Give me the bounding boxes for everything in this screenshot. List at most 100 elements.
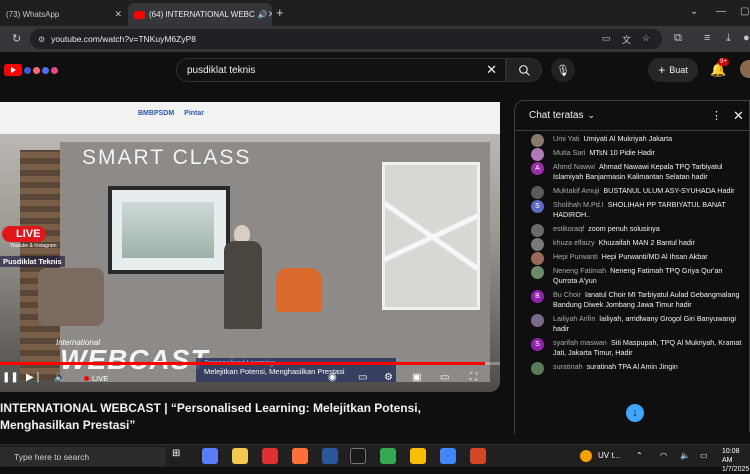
- word-icon[interactable]: [322, 448, 338, 464]
- tab-whatsapp[interactable]: (73) WhatsApp ✕: [0, 3, 128, 26]
- chat-author[interactable]: Ahmd Nawwi: [553, 162, 595, 171]
- live-indicator[interactable]: LIVE: [84, 374, 108, 383]
- avatar[interactable]: [740, 60, 750, 78]
- search-input[interactable]: pusdiklat teknis ✕: [176, 58, 506, 82]
- search-button[interactable]: [506, 58, 542, 82]
- weather-icon[interactable]: [580, 450, 592, 462]
- taskbar-search-input[interactable]: Type here to search: [0, 447, 166, 466]
- fullscreen-icon[interactable]: ⛶: [470, 372, 477, 383]
- maps-icon[interactable]: [380, 448, 396, 464]
- chat-author[interactable]: Mutia Sari: [553, 148, 585, 157]
- reload-icon[interactable]: ↻: [12, 32, 21, 45]
- chat-message[interactable]: Lailiyah Arifin lailiyah, arridlwany Grog…: [515, 312, 749, 336]
- tab-youtube[interactable]: (64) INTERNATIONAL WEBC 🔊 ✕: [128, 3, 272, 26]
- maximize-icon[interactable]: ▢: [740, 6, 749, 17]
- more-options-icon[interactable]: ⋮: [711, 109, 722, 122]
- extensions-icon[interactable]: ⧉: [674, 32, 682, 45]
- clock[interactable]: 10:08 AM 1/7/2025: [722, 447, 750, 474]
- profile-icon[interactable]: ●: [743, 32, 750, 44]
- avatar[interactable]: S: [531, 200, 544, 213]
- minimize-icon[interactable]: —: [716, 6, 726, 17]
- chat-author[interactable]: estikoraqf: [553, 224, 584, 233]
- chat-author[interactable]: Neneng Fatimah: [553, 266, 606, 275]
- next-icon[interactable]: ▶❘: [26, 372, 42, 383]
- firefox-icon[interactable]: [292, 448, 308, 464]
- bookmark-star-icon[interactable]: ☆: [642, 33, 650, 44]
- download-icon[interactable]: ⤓: [726, 32, 731, 45]
- chat-message[interactable]: khuza elfaizy Khuzaifah MAN 2 Bantul hadi…: [515, 236, 749, 251]
- chat-message[interactable]: estikoraqf zoom penuh solusinya: [515, 222, 749, 237]
- chevron-up-icon[interactable]: ⌃: [636, 451, 643, 460]
- chat-author[interactable]: khuza elfaizy: [553, 238, 595, 247]
- chat-author[interactable]: Hepi Purwanti: [553, 252, 598, 261]
- chat-author[interactable]: Sholihah M.Pd.I: [553, 200, 604, 209]
- chat-author[interactable]: syarifah maswan: [553, 338, 607, 347]
- decor-panel: [382, 162, 480, 310]
- chat-text: Khuzaifah MAN 2 Bantul hadir: [598, 238, 695, 247]
- chat-message[interactable]: suratinah suratinah TPA Al Amin Jingin: [515, 360, 749, 375]
- video-banner: BMBPSDM Pintar: [0, 102, 500, 134]
- site-info-icon[interactable]: ⚙: [38, 35, 45, 44]
- chat-mode-dropdown[interactable]: Chat teratas: [529, 110, 583, 121]
- chat-author[interactable]: Lailiyah Arifin: [553, 314, 595, 323]
- pause-icon[interactable]: ❚❚: [2, 372, 19, 383]
- recorder-icon[interactable]: [262, 448, 278, 464]
- chat-message[interactable]: Umi Yati Umiyati Al Mukriyah Jakarta: [515, 132, 749, 147]
- speaker-icon[interactable]: 🔊: [258, 10, 268, 19]
- create-button[interactable]: + Buat: [648, 58, 698, 82]
- settings-gear-icon[interactable]: ⚙: [384, 372, 393, 383]
- autoplay-icon[interactable]: ◉: [328, 372, 337, 383]
- avatar[interactable]: [531, 362, 544, 375]
- new-tab-icon[interactable]: +: [276, 5, 284, 20]
- translate-icon[interactable]: 文: [622, 33, 631, 46]
- scroll-down-button[interactable]: ↓: [626, 404, 644, 422]
- youtube-logo[interactable]: [4, 64, 58, 76]
- chat-author[interactable]: Bu Choir: [553, 290, 581, 299]
- chat-message[interactable]: B Bu Choir Ianatul Choir MI Tarbiyatul Aul…: [515, 288, 749, 312]
- network-icon[interactable]: ◠: [660, 451, 667, 460]
- battery-icon[interactable]: ▭: [700, 451, 708, 460]
- capcut-icon[interactable]: [350, 448, 366, 464]
- close-tab-icon[interactable]: ✕: [114, 9, 122, 20]
- live-sub: Youtube & Instagram: [10, 243, 57, 249]
- theater-mode-icon[interactable]: ▭: [440, 372, 449, 383]
- close-chat-icon[interactable]: ✕: [733, 108, 744, 124]
- avatar[interactable]: B: [531, 290, 544, 303]
- chevron-down-icon[interactable]: ⌄: [587, 110, 595, 121]
- chat-message[interactable]: Neneng Fatimah Neneng Fatimah TPQ Griya Q…: [515, 264, 749, 288]
- avatar[interactable]: A: [531, 162, 544, 175]
- omnibox[interactable]: ⚙ youtube.com/watch?v=TNKuyM6ZyP8 ▭ 文 ☆: [30, 29, 662, 49]
- chrome-icon[interactable]: [410, 448, 426, 464]
- chat-input-area[interactable]: [515, 432, 750, 444]
- chat-message[interactable]: Ssyarifah maswan Siti Maspupah, TPQ Al Mu…: [515, 336, 749, 360]
- cast-icon[interactable]: ▭: [602, 33, 611, 44]
- weather-text[interactable]: UV t...: [598, 451, 620, 460]
- avatar[interactable]: [531, 314, 544, 327]
- avatar[interactable]: S: [531, 338, 544, 351]
- notification-badge: 9+: [718, 58, 729, 66]
- miniplayer-icon[interactable]: ▣: [412, 372, 421, 383]
- clear-search-icon[interactable]: ✕: [486, 62, 497, 78]
- subtitles-icon[interactable]: ▭: [358, 372, 367, 383]
- volume-icon[interactable]: 🔈: [54, 372, 66, 383]
- tab-search-icon[interactable]: ⌄: [690, 6, 698, 17]
- chat-message[interactable]: A Ahmd Nawwi Ahmad Nawawi Kepala TPQ Tarbi…: [515, 160, 749, 184]
- progress-bar[interactable]: [0, 362, 500, 365]
- chat-author[interactable]: Umi Yati: [553, 134, 580, 143]
- chat-author[interactable]: suratinah: [553, 362, 583, 371]
- voice-search-button[interactable]: 🎙: [551, 58, 575, 82]
- file-explorer-icon[interactable]: [232, 448, 248, 464]
- copilot-icon[interactable]: [202, 448, 218, 464]
- chat-message[interactable]: Hepi Purwanti Hepi Purwanti/MD Al Ihsan A…: [515, 250, 749, 265]
- powerpoint-icon[interactable]: [470, 448, 486, 464]
- chat-message[interactable]: Muktakif Amuji BUSTANUL ULUM ASY-SYUHADA …: [515, 184, 749, 199]
- volume-icon[interactable]: 🔈: [680, 451, 690, 460]
- task-view-icon[interactable]: ⊞: [172, 448, 188, 464]
- chrome-profile-icon[interactable]: [440, 448, 456, 464]
- media-controls-icon[interactable]: ≡: [704, 32, 710, 44]
- avatar[interactable]: [531, 266, 544, 279]
- chat-message[interactable]: S Sholihah M.Pd.I SHOLIHAH PP TARBIYATUL B…: [515, 198, 749, 222]
- close-tab-icon[interactable]: ✕: [268, 9, 272, 20]
- chat-author[interactable]: Muktakif Amuji: [553, 186, 599, 195]
- chat-message[interactable]: Mutia Sari MTsN 10 Pidie Hadir: [515, 146, 749, 161]
